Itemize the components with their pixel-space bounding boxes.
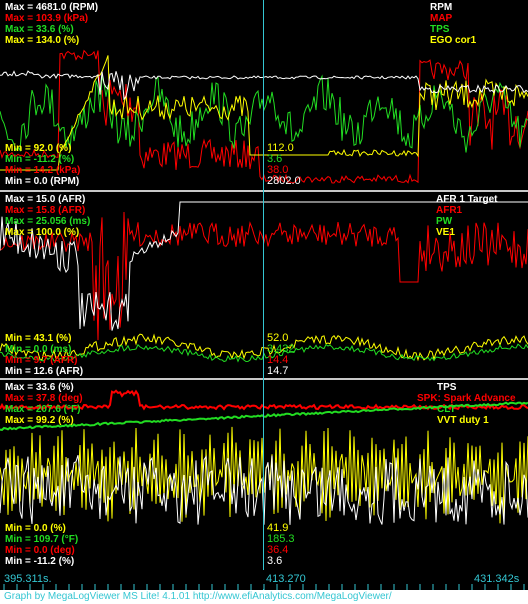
min-label-vvt: Min = 0.0 (%): [5, 523, 66, 534]
min-label-spark: Min = 0.0 (deg): [5, 545, 75, 556]
min-label-tps: Min = -11.2 (%): [5, 154, 75, 165]
min-label-ego: Min = 92.0 (%): [5, 143, 72, 154]
ve1-trace: [0, 333, 528, 362]
min-label-pw: Min = 0.0 (ms): [5, 344, 72, 355]
cursor-value-afr-target: 14.7: [267, 365, 289, 377]
max-label-rpm: Max = 4681.0 (RPM): [5, 2, 99, 13]
max-label-afr1: Max = 15.8 (AFR): [5, 205, 86, 216]
pw-trace: [0, 343, 528, 363]
max-label-afr-target: Max = 15.0 (AFR): [5, 194, 86, 205]
legend-afr-target[interactable]: AFR 1 Target: [436, 194, 498, 205]
legend-tps-3[interactable]: TPS: [437, 382, 456, 393]
min-label-map: Min = 14.2 (kPa): [5, 165, 81, 176]
legend-pw[interactable]: PW: [436, 216, 452, 227]
legend-vvt[interactable]: VVT duty 1: [437, 415, 489, 426]
max-label-pw: Max = 25.056 (ms): [5, 216, 91, 227]
max-label-vvt: Max = 99.2 (%): [5, 415, 74, 426]
max-label-clt: Max = 207.6 (°F): [5, 404, 81, 415]
status-text: Graph by MegaLogViewer MS Lite! 4.1.01 h…: [4, 591, 392, 602]
graph-panel-rpm-map[interactable]: Max = 4681.0 (RPM) Max = 103.9 (kPa) Max…: [0, 0, 528, 190]
legend-clt[interactable]: CLT: [437, 404, 456, 415]
max-label-ve1: Max = 100.0 (%): [5, 227, 80, 238]
max-label-tps-3: Max = 33.6 (%): [5, 382, 74, 393]
legend-rpm[interactable]: RPM: [430, 2, 452, 13]
min-label-rpm: Min = 0.0 (RPM): [5, 176, 80, 187]
graph-panel-afr[interactable]: Max = 15.0 (AFR) Max = 15.8 (AFR) Max = …: [0, 192, 528, 378]
cursor-value-tps-3: 3.6: [267, 555, 283, 567]
min-label-ve1: Min = 43.1 (%): [5, 333, 72, 344]
min-label-afr-target: Min = 12.6 (AFR): [5, 366, 84, 377]
legend-afr1[interactable]: AFR1: [436, 205, 462, 216]
legend-ego[interactable]: EGO cor1: [430, 35, 476, 46]
max-label-spark: Max = 37.8 (deg): [5, 393, 83, 404]
max-label-ego: Max = 134.0 (%): [5, 35, 80, 46]
cursor-value-rpm: 2802.0: [267, 175, 301, 187]
time-cursor-line[interactable]: [263, 0, 264, 600]
graph-panel-tps-spark[interactable]: Max = 33.6 (%) Max = 37.8 (deg) Max = 20…: [0, 380, 528, 570]
legend-ve1[interactable]: VE1: [436, 227, 455, 238]
max-label-tps: Max = 33.6 (%): [5, 24, 74, 35]
status-bar: Graph by MegaLogViewer MS Lite! 4.1.01 h…: [0, 590, 528, 604]
min-label-afr1: Min = 9.7 (AFR): [5, 355, 78, 366]
legend-map[interactable]: MAP: [430, 13, 452, 24]
legend-tps[interactable]: TPS: [430, 24, 449, 35]
min-label-tps-3: Min = -11.2 (%): [5, 556, 75, 567]
min-label-clt: Min = 109.7 (°F): [5, 534, 79, 545]
max-label-map: Max = 103.9 (kPa): [5, 13, 89, 24]
legend-spark[interactable]: SPK: Spark Advance: [417, 393, 516, 404]
megalogviewer-graph: Max = 4681.0 (RPM) Max = 103.9 (kPa) Max…: [0, 0, 528, 604]
